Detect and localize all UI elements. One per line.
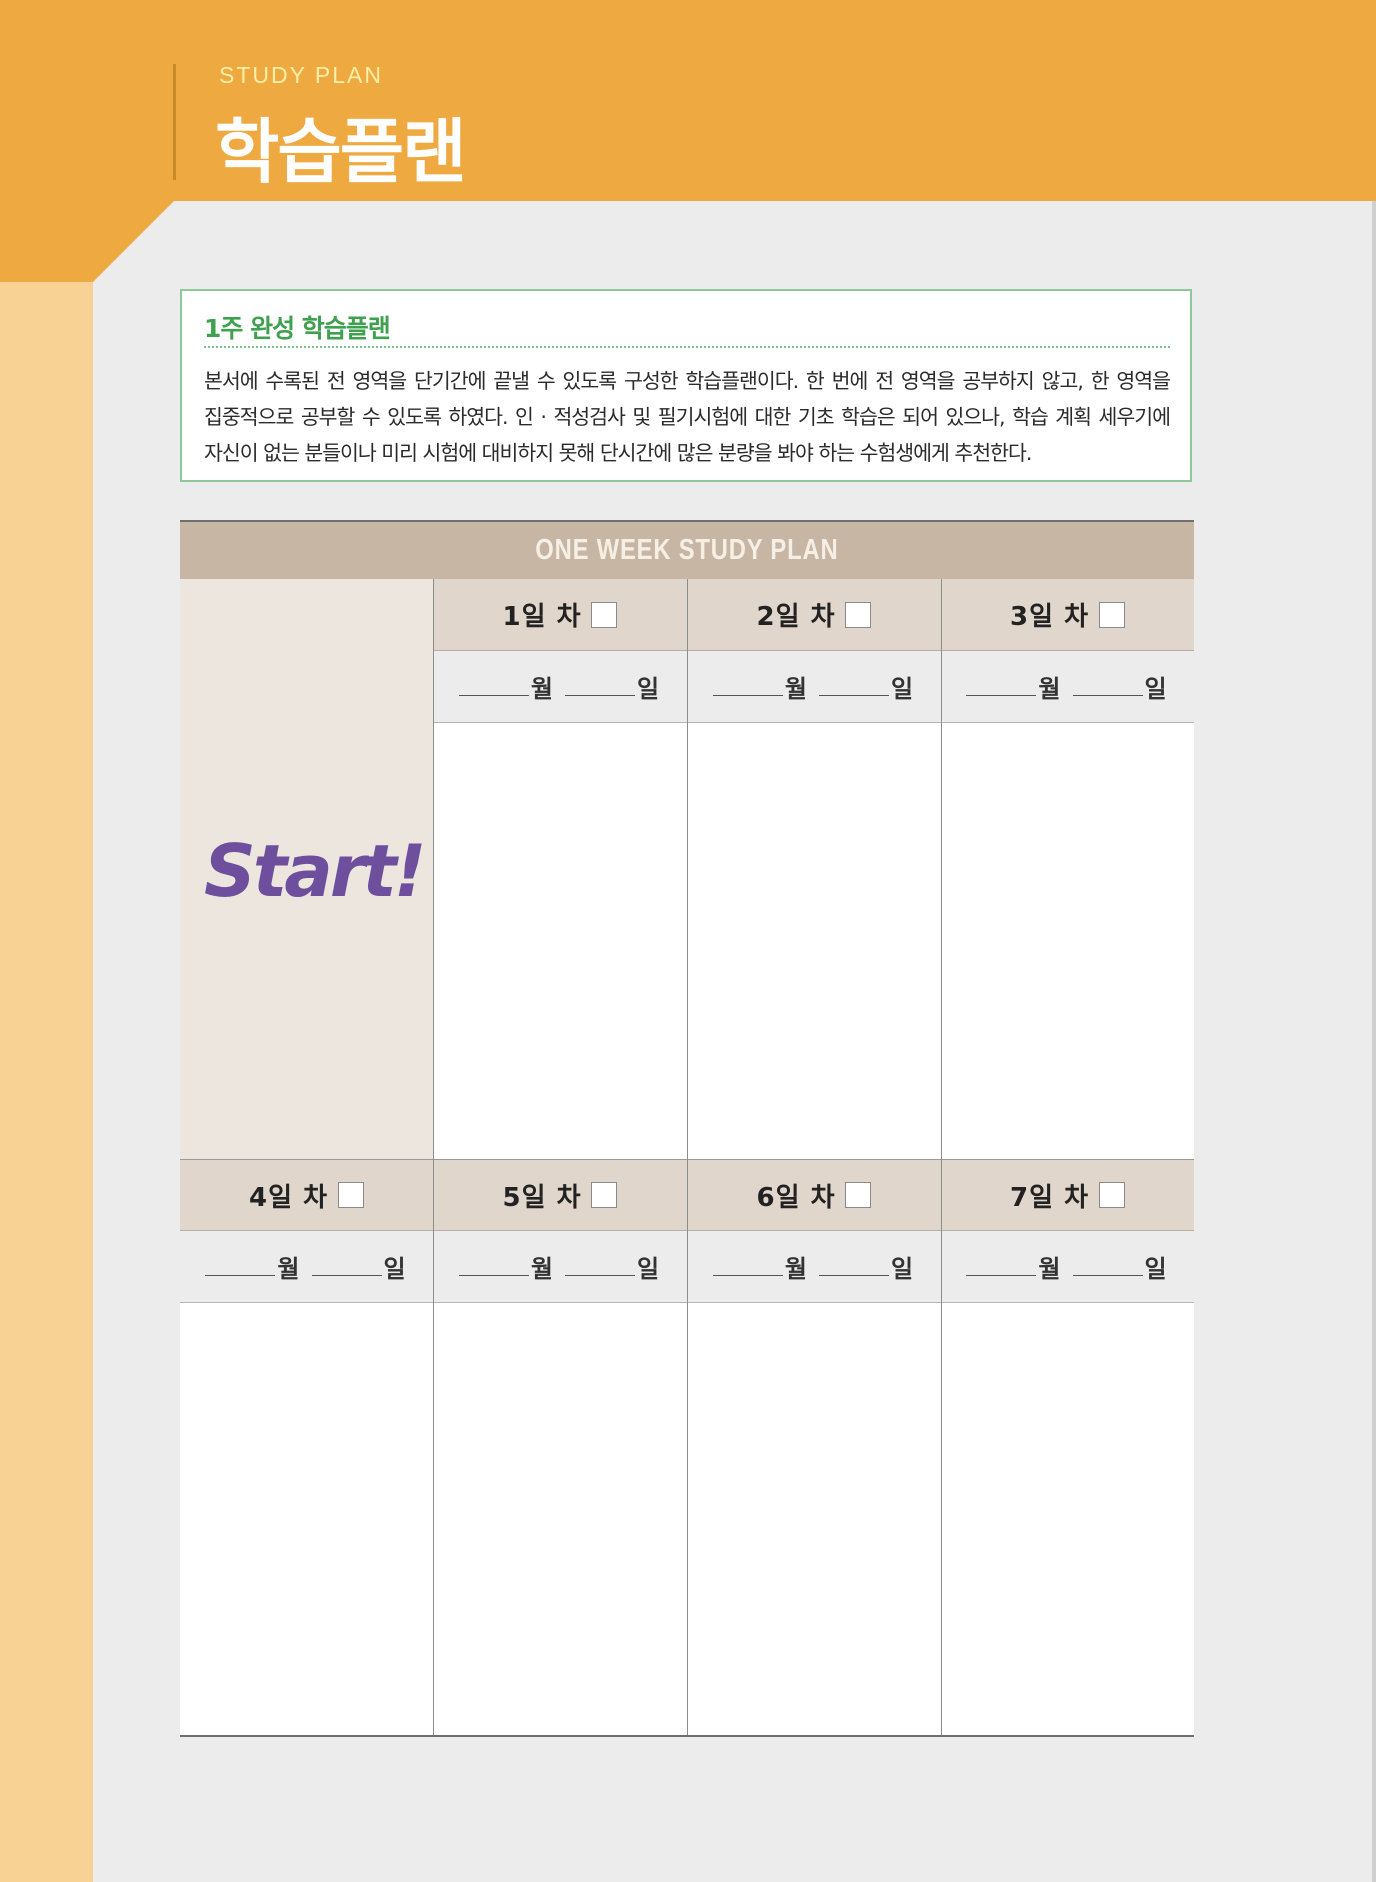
day-word: 일 (637, 1255, 660, 1283)
day-5-notes[interactable] (433, 1303, 687, 1735)
day-3-label: 3일 차 (1010, 602, 1089, 632)
month-word: 월 (1038, 675, 1061, 703)
day-1-header: 1일 차 (433, 579, 687, 651)
day-4-date[interactable]: 월 일 (180, 1231, 433, 1303)
day-3-checkbox[interactable] (1098, 601, 1125, 628)
plan-header: ONE WEEK STUDY PLAN (180, 522, 1194, 579)
page-edge (1372, 201, 1376, 1882)
day-2-notes[interactable] (687, 723, 941, 1159)
day-3-header: 3일 차 (941, 579, 1194, 651)
month-word: 월 (277, 1255, 300, 1283)
day-word: 일 (891, 1255, 914, 1283)
corner-fold (0, 200, 175, 282)
column-divider (433, 579, 434, 1735)
day-6-label: 6일 차 (756, 1182, 836, 1213)
day-6-notes[interactable] (687, 1303, 941, 1735)
month-blank[interactable] (712, 1257, 783, 1276)
day-7-checkbox[interactable] (1098, 1182, 1125, 1208)
day-4-notes[interactable] (180, 1303, 433, 1735)
header-band (0, 0, 1376, 201)
day-word: 일 (637, 675, 660, 703)
column-divider (941, 579, 942, 1735)
day-6-date[interactable]: 월 일 (687, 1231, 941, 1303)
day-blank[interactable] (1072, 1257, 1143, 1276)
month-blank[interactable] (205, 1257, 276, 1276)
info-title: 1주 완성 학습플랜 (204, 314, 391, 343)
day-blank[interactable] (1072, 677, 1143, 696)
title-accent-bar (173, 64, 176, 180)
day-7-label: 7일 차 (1010, 1182, 1089, 1213)
day-2-header: 2일 차 (687, 579, 941, 651)
day-5-label: 5일 차 (502, 1182, 582, 1213)
month-word: 월 (1038, 1255, 1061, 1283)
day-7-notes[interactable] (941, 1303, 1194, 1735)
plan-header-label: ONE WEEK STUDY PLAN (535, 534, 839, 566)
day-1-notes[interactable] (433, 723, 687, 1159)
side-strip (0, 201, 93, 1882)
month-blank[interactable] (966, 677, 1037, 696)
study-plan-table: ONE WEEK STUDY PLAN Start! 1일 차 2일 차 3일 … (180, 520, 1194, 1737)
day-word: 일 (1144, 1255, 1167, 1283)
day-5-header: 5일 차 (433, 1159, 687, 1231)
month-blank[interactable] (458, 677, 529, 696)
day-blank[interactable] (565, 1257, 635, 1276)
day-6-checkbox[interactable] (845, 1182, 872, 1208)
day-2-date[interactable]: 월 일 (687, 651, 941, 723)
page-title: 학습플랜 (215, 111, 467, 193)
day-2-label: 2일 차 (756, 602, 836, 632)
day-7-header: 7일 차 (941, 1159, 1194, 1231)
month-word: 월 (784, 1255, 807, 1283)
day-1-date[interactable]: 월 일 (433, 651, 687, 723)
day-5-date[interactable]: 월 일 (433, 1231, 687, 1303)
page-subtitle: STUDY PLAN (219, 62, 384, 88)
day-blank[interactable] (311, 1257, 382, 1276)
info-description: 본서에 수록된 전 영역을 단기간에 끝낼 수 있도록 구성한 학습플랜이다. … (204, 369, 1171, 465)
column-divider (687, 579, 688, 1735)
day-4-checkbox[interactable] (337, 1182, 364, 1208)
month-word: 월 (530, 1255, 553, 1283)
month-word: 월 (784, 675, 807, 703)
month-blank[interactable] (458, 1257, 529, 1276)
start-cell: Start! (180, 579, 433, 1159)
day-3-notes[interactable] (941, 723, 1194, 1159)
month-blank[interactable] (712, 677, 783, 696)
day-7-date[interactable]: 월 일 (941, 1231, 1194, 1303)
month-word: 월 (530, 675, 553, 703)
start-label: Start! (204, 829, 427, 913)
day-word: 일 (383, 1255, 406, 1283)
day-word: 일 (1144, 675, 1167, 703)
day-4-label: 4일 차 (249, 1182, 328, 1213)
day-4-header: 4일 차 (180, 1159, 433, 1231)
day-2-checkbox[interactable] (845, 601, 872, 628)
day-3-date[interactable]: 월 일 (941, 651, 1194, 723)
dotted-divider (204, 346, 1170, 348)
day-1-label: 1일 차 (502, 602, 582, 632)
day-1-checkbox[interactable] (591, 601, 618, 628)
day-6-header: 6일 차 (687, 1159, 941, 1231)
day-5-checkbox[interactable] (591, 1182, 618, 1208)
info-box: 1주 완성 학습플랜 본서에 수록된 전 영역을 단기간에 끝낼 수 있도록 구… (180, 289, 1192, 482)
day-word: 일 (891, 675, 914, 703)
day-blank[interactable] (819, 677, 889, 696)
day-blank[interactable] (819, 1257, 889, 1276)
day-blank[interactable] (565, 677, 635, 696)
month-blank[interactable] (966, 1257, 1037, 1276)
